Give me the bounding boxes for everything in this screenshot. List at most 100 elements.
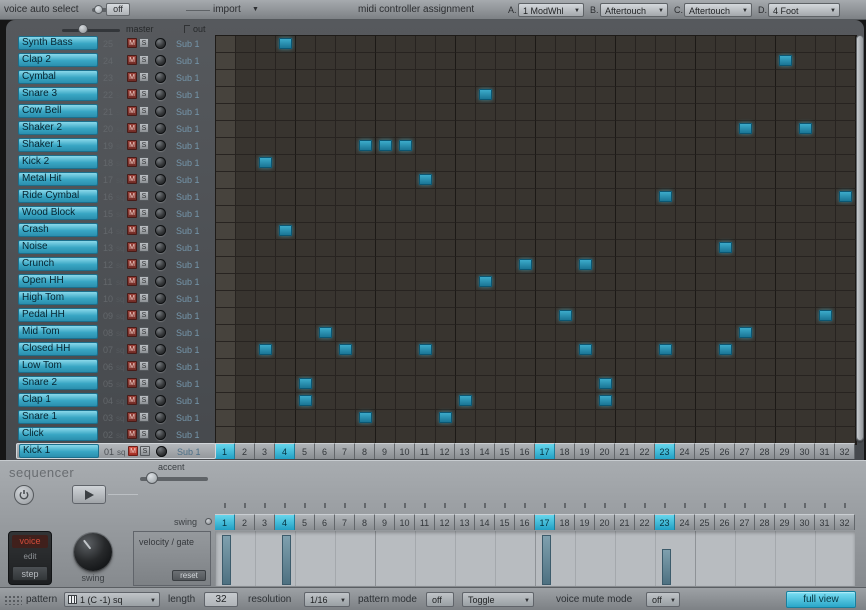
grid-cell[interactable] bbox=[276, 172, 296, 189]
grid-cell[interactable] bbox=[576, 223, 596, 240]
grid-cell[interactable] bbox=[216, 240, 236, 257]
grid-cell[interactable] bbox=[316, 393, 336, 410]
grid-cell[interactable] bbox=[376, 274, 396, 291]
grid-cell[interactable] bbox=[756, 274, 776, 291]
grid-cell[interactable] bbox=[596, 291, 616, 308]
grid-cell[interactable] bbox=[576, 274, 596, 291]
grid-cell[interactable] bbox=[376, 206, 396, 223]
grid-cell[interactable] bbox=[436, 359, 456, 376]
grid-cell[interactable] bbox=[516, 172, 536, 189]
grid-cell[interactable] bbox=[556, 393, 576, 410]
grid-cell[interactable] bbox=[416, 104, 436, 121]
grid-cell[interactable] bbox=[496, 325, 516, 342]
voice-output[interactable]: Sub 1 bbox=[176, 277, 200, 287]
grid-cell[interactable] bbox=[776, 376, 796, 393]
accent-tick[interactable] bbox=[275, 503, 295, 511]
pattern-step-button[interactable]: 19 bbox=[575, 443, 595, 459]
grid-cell[interactable] bbox=[736, 223, 756, 240]
grid-cell[interactable] bbox=[236, 155, 256, 172]
grid-cell[interactable] bbox=[676, 376, 696, 393]
grid-cell[interactable] bbox=[236, 138, 256, 155]
grid-cell[interactable] bbox=[676, 223, 696, 240]
grid-cell[interactable] bbox=[296, 87, 316, 104]
voice-solo-button[interactable]: S bbox=[139, 157, 149, 167]
grid-cell[interactable] bbox=[676, 189, 696, 206]
sequencer-step-button[interactable]: 4 bbox=[275, 514, 295, 530]
grid-cell[interactable] bbox=[676, 342, 696, 359]
grid-cell[interactable] bbox=[616, 393, 636, 410]
grid-cell[interactable] bbox=[456, 138, 476, 155]
grid-cell[interactable] bbox=[336, 87, 356, 104]
grid-cell[interactable] bbox=[776, 325, 796, 342]
grid-cell[interactable] bbox=[656, 291, 676, 308]
accent-tick[interactable] bbox=[455, 503, 475, 511]
grid-cell[interactable] bbox=[396, 257, 416, 274]
grid-cell[interactable] bbox=[656, 223, 676, 240]
grid-cell[interactable] bbox=[296, 53, 316, 70]
grid-cell[interactable] bbox=[756, 70, 776, 87]
pattern-step-button[interactable]: 17 bbox=[535, 443, 555, 459]
grid-cell[interactable] bbox=[756, 172, 776, 189]
grid-cell[interactable] bbox=[536, 53, 556, 70]
grid-cell[interactable] bbox=[616, 104, 636, 121]
grid-cell[interactable] bbox=[276, 36, 296, 53]
grid-cell[interactable] bbox=[296, 257, 316, 274]
grid-cell[interactable] bbox=[336, 206, 356, 223]
accent-tick[interactable] bbox=[595, 503, 615, 511]
grid-cell[interactable] bbox=[376, 121, 396, 138]
grid-cell[interactable] bbox=[696, 427, 716, 444]
grid-cell[interactable] bbox=[356, 359, 376, 376]
grid-cell[interactable] bbox=[816, 325, 836, 342]
grid-cell[interactable] bbox=[796, 291, 816, 308]
grid-cell[interactable] bbox=[756, 359, 776, 376]
grid-cell[interactable] bbox=[236, 172, 256, 189]
grid-cell[interactable] bbox=[776, 257, 796, 274]
accent-tick[interactable] bbox=[375, 503, 395, 511]
accent-tick[interactable] bbox=[675, 503, 695, 511]
grid-cell[interactable] bbox=[416, 410, 436, 427]
grid-cell[interactable] bbox=[556, 36, 576, 53]
grid-cell[interactable] bbox=[716, 393, 736, 410]
grid-cell[interactable] bbox=[616, 257, 636, 274]
grid-cell[interactable] bbox=[716, 342, 736, 359]
grid-cell[interactable] bbox=[576, 257, 596, 274]
controller-dropdown[interactable]: 1 ModWhl▼ bbox=[518, 3, 584, 17]
grid-cell[interactable] bbox=[416, 223, 436, 240]
voice-solo-button[interactable]: S bbox=[139, 123, 149, 133]
grid-cell[interactable] bbox=[436, 240, 456, 257]
grid-cell[interactable] bbox=[816, 342, 836, 359]
grid-cell[interactable] bbox=[276, 393, 296, 410]
grid-cell[interactable] bbox=[456, 308, 476, 325]
grid-cell[interactable] bbox=[636, 206, 656, 223]
grid-cell[interactable] bbox=[816, 410, 836, 427]
grid-cell[interactable] bbox=[316, 342, 336, 359]
voice-solo-button[interactable]: S bbox=[139, 208, 149, 218]
grid-cell[interactable] bbox=[676, 359, 696, 376]
grid-cell[interactable] bbox=[656, 206, 676, 223]
grid-cell[interactable] bbox=[216, 325, 236, 342]
grid-cell[interactable] bbox=[556, 325, 576, 342]
grid-cell[interactable] bbox=[636, 223, 656, 240]
grid-cell[interactable] bbox=[776, 53, 796, 70]
grid-cell[interactable] bbox=[436, 206, 456, 223]
voice-mute-button[interactable]: M bbox=[127, 276, 137, 286]
grid-cell[interactable] bbox=[576, 189, 596, 206]
grid-cell[interactable] bbox=[476, 121, 496, 138]
grid-cell[interactable] bbox=[296, 291, 316, 308]
grid-cell[interactable] bbox=[816, 257, 836, 274]
grid-cell[interactable] bbox=[816, 70, 836, 87]
grid-cell[interactable] bbox=[536, 274, 556, 291]
grid-cell[interactable] bbox=[596, 325, 616, 342]
grid-cell[interactable] bbox=[376, 325, 396, 342]
grid-cell[interactable] bbox=[656, 427, 676, 444]
grid-cell[interactable] bbox=[476, 53, 496, 70]
grid-cell[interactable] bbox=[236, 70, 256, 87]
grid-cell[interactable] bbox=[396, 393, 416, 410]
pattern-step-button[interactable]: 25 bbox=[695, 443, 715, 459]
grid-cell[interactable] bbox=[636, 121, 656, 138]
grid-cell[interactable] bbox=[256, 359, 276, 376]
grid-cell[interactable] bbox=[636, 274, 656, 291]
grid-cell[interactable] bbox=[376, 342, 396, 359]
grid-cell[interactable] bbox=[396, 70, 416, 87]
grid-cell[interactable] bbox=[296, 206, 316, 223]
